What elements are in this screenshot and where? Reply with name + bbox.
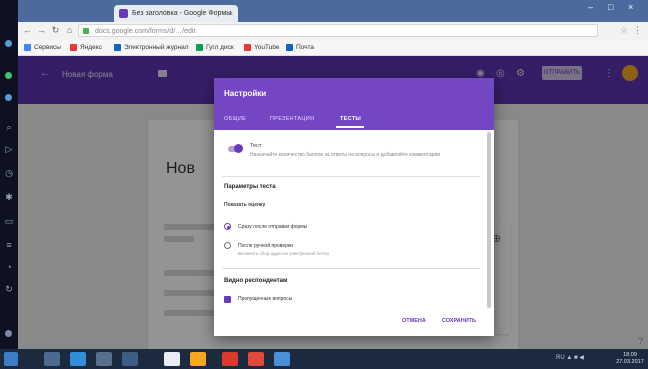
- doc-icon[interactable]: ▭: [4, 216, 14, 226]
- cancel-button[interactable]: ОТМЕНА: [402, 318, 426, 324]
- yandex-icon: [70, 44, 77, 51]
- url-text: docs.google.com/forms/d/…/edit: [95, 28, 196, 35]
- dialog-header: Настройки ОБЩИЕ ПРЕЗЕНТАЦИЯ ТЕСТЫ: [214, 78, 494, 130]
- radio-manual-review[interactable]: [224, 242, 231, 249]
- divider: [222, 176, 480, 177]
- taskbar: RU ▲ ■ ◀ 18:09 27.03.2017: [0, 349, 648, 369]
- lock-icon: [83, 28, 89, 34]
- taskbar-app-icon[interactable]: [164, 352, 180, 366]
- browser-menu-icon[interactable]: ⋮: [633, 25, 642, 36]
- dialog-scrollbar[interactable]: [487, 132, 491, 308]
- bookmark-star-icon[interactable]: ☆: [620, 25, 628, 36]
- dialog-footer: ОТМЕНА СОХРАНИТЬ: [214, 310, 494, 336]
- sidebar-dot-icon[interactable]: [5, 40, 12, 47]
- settings-dialog: Настройки ОБЩИЕ ПРЕЗЕНТАЦИЯ ТЕСТЫ Тест Н…: [214, 78, 494, 336]
- forward-icon[interactable]: →: [36, 25, 47, 36]
- bookmark-item[interactable]: Яндекс: [70, 42, 102, 53]
- sidebar-dot-icon[interactable]: [5, 72, 12, 79]
- start-button[interactable]: [4, 352, 18, 366]
- release-grade-label: Показать оценку: [224, 202, 266, 208]
- address-bar: ← → ↻ ⌂ docs.google.com/forms/d/…/edit ☆…: [18, 22, 648, 40]
- clock-date: 27.03.2017: [616, 359, 644, 365]
- divider: [222, 268, 480, 269]
- radio-manual-review-desc: Включить сбор адресов электронной почты: [238, 251, 330, 256]
- bookmark-label: Электронный журнал: [124, 44, 189, 51]
- mail-icon: [286, 44, 293, 51]
- quiz-toggle-description: Назначайте количество баллов за ответы н…: [250, 152, 441, 158]
- radio-manual-review-label: После ручной проверки: [238, 243, 293, 249]
- share-icon[interactable]: ▷: [4, 144, 14, 154]
- bookmark-item[interactable]: YouTube: [244, 42, 280, 53]
- dialog-title: Настройки: [224, 89, 267, 98]
- system-tray[interactable]: RU ▲ ■ ◀: [556, 354, 584, 361]
- browser-tab-title: Без заголовка - Google Формы: [132, 10, 232, 17]
- clock[interactable]: 18:09 27.03.2017: [614, 352, 646, 366]
- apps-icon: [24, 44, 31, 51]
- bookmark-item[interactable]: Гугл диск: [196, 42, 234, 53]
- home-icon[interactable]: ⌂: [64, 25, 75, 36]
- bookmark-item[interactable]: Почта: [286, 42, 314, 53]
- journal-icon: [114, 44, 121, 51]
- forms-favicon-icon: [119, 9, 128, 18]
- bookmark-label: Яндекс: [80, 44, 102, 51]
- maximize-icon[interactable]: □: [608, 2, 613, 12]
- missed-questions-label: Пропущенные вопросы: [238, 296, 293, 302]
- toggle-knob: [234, 144, 243, 153]
- back-icon[interactable]: ←: [22, 25, 33, 36]
- search-icon[interactable]: ⌕: [4, 122, 14, 132]
- browser-window: Без заголовка - Google Формы × – □ × ← →…: [18, 0, 648, 349]
- close-window-icon[interactable]: ×: [628, 2, 633, 12]
- help-icon[interactable]: ?: [638, 336, 643, 346]
- quiz-toggle[interactable]: [228, 144, 243, 153]
- taskbar-app-icon[interactable]: [70, 352, 86, 366]
- bookmark-label: Гугл диск: [206, 44, 234, 51]
- taskbar-app-icon[interactable]: [222, 352, 238, 366]
- refresh-icon[interactable]: ↻: [4, 284, 14, 294]
- history-icon[interactable]: ◷: [4, 168, 14, 178]
- bookmark-label: YouTube: [254, 44, 280, 51]
- close-tab-icon[interactable]: ×: [228, 5, 233, 22]
- taskbar-app-icon[interactable]: [122, 352, 138, 366]
- bookmark-label: Сервисы: [34, 44, 61, 51]
- tab-strip: Без заголовка - Google Формы × – □ ×: [18, 0, 648, 22]
- taskbar-app-icon[interactable]: [274, 352, 290, 366]
- taskbar-app-icon[interactable]: [248, 352, 264, 366]
- clock-time: 18:09: [623, 352, 637, 358]
- clock-icon[interactable]: ◔: [4, 262, 14, 272]
- respondent-can-see-title: Видно респондентам: [224, 278, 288, 284]
- reload-icon[interactable]: ↻: [50, 25, 61, 36]
- list-icon[interactable]: ≡: [4, 240, 14, 250]
- missed-questions-checkbox[interactable]: [224, 296, 231, 303]
- bookmark-item[interactable]: Электронный журнал: [114, 42, 189, 53]
- url-input[interactable]: docs.google.com/forms/d/…/edit: [78, 24, 598, 37]
- sidebar-dot-icon[interactable]: [5, 330, 12, 337]
- taskbar-app-icon[interactable]: [44, 352, 60, 366]
- taskbar-app-icon[interactable]: [96, 352, 112, 366]
- save-button[interactable]: СОХРАНИТЬ: [442, 318, 476, 324]
- bookmarks-bar: Сервисы Яндекс Электронный журнал Гугл д…: [18, 40, 648, 56]
- settings-icon[interactable]: ✱: [4, 192, 14, 202]
- radio-immediately[interactable]: [224, 223, 231, 230]
- radio-immediately-label: Сразу после отправки формы: [238, 224, 308, 230]
- taskbar-app-icon[interactable]: [190, 352, 206, 366]
- drive-icon: [196, 44, 203, 51]
- browser-tab[interactable]: Без заголовка - Google Формы ×: [114, 5, 238, 22]
- tab-quizzes[interactable]: ТЕСТЫ: [340, 116, 361, 122]
- tab-presentation[interactable]: ПРЕЗЕНТАЦИЯ: [270, 116, 314, 122]
- minimize-icon[interactable]: –: [588, 2, 593, 12]
- bookmark-item[interactable]: Сервисы: [24, 42, 61, 53]
- tab-general[interactable]: ОБЩИЕ: [224, 116, 246, 122]
- quiz-toggle-label: Тест: [250, 143, 262, 149]
- sidebar-dot-icon[interactable]: [5, 94, 12, 101]
- bookmark-label: Почта: [296, 44, 315, 51]
- youtube-icon: [244, 44, 251, 51]
- quiz-options-title: Параметры теста: [224, 184, 276, 190]
- desktop-sidebar: ⌕ ▷ ◷ ✱ ▭ ≡ ◔ ↻: [0, 0, 18, 349]
- active-tab-indicator: [336, 126, 364, 128]
